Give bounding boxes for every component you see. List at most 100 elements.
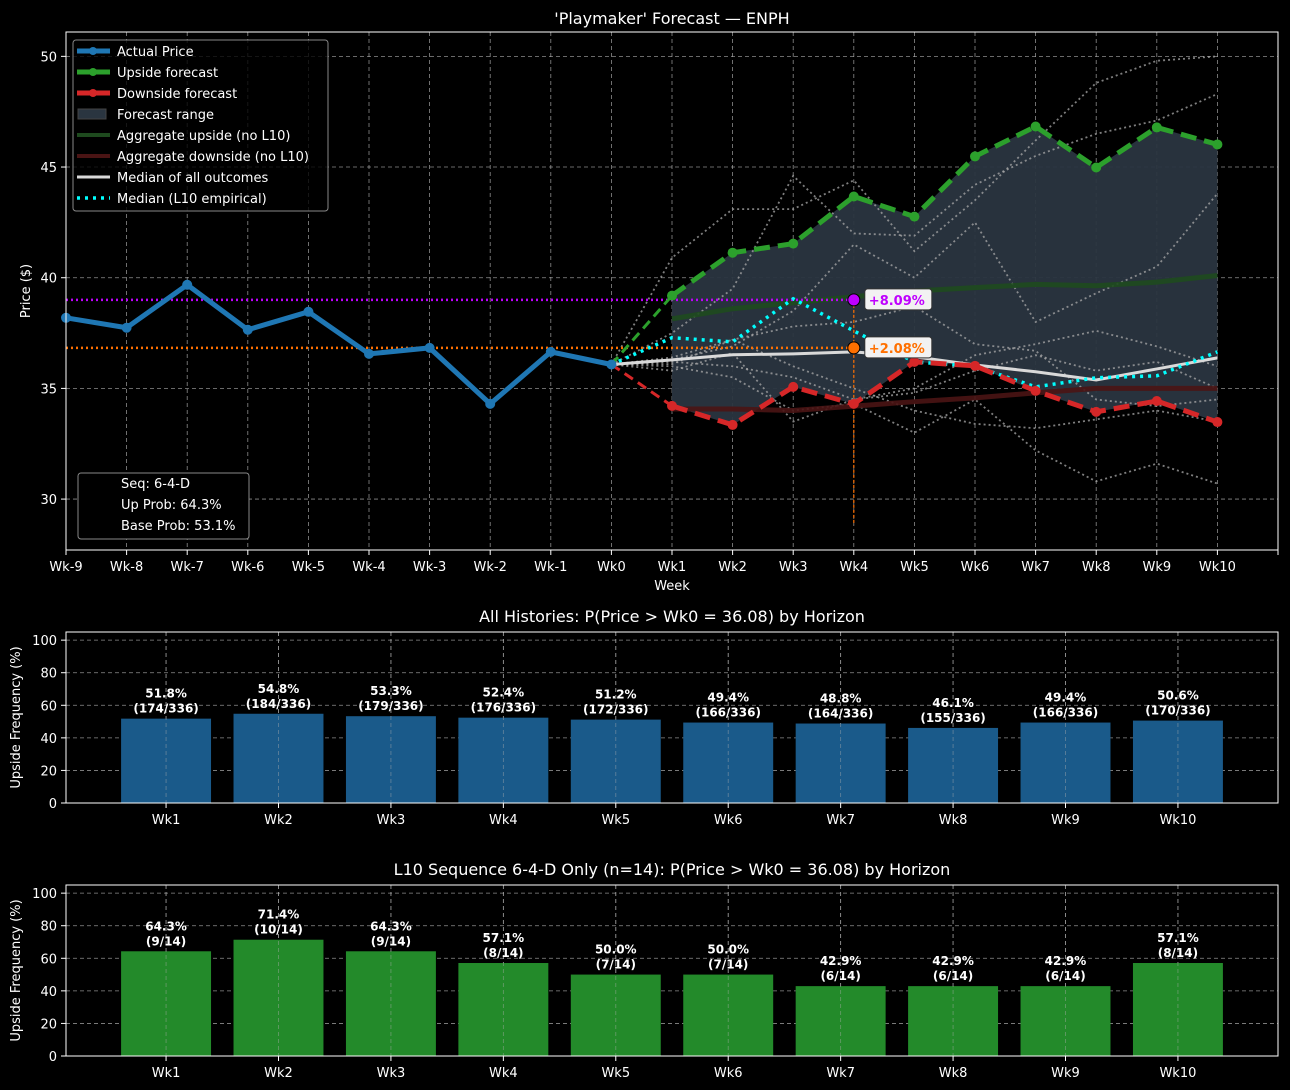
x-tick-label: Wk10 <box>1159 1066 1196 1081</box>
bar-wk6 <box>683 722 774 803</box>
legend: Actual Price Upside forecast Downside fore… <box>72 39 329 212</box>
actual-price-point <box>424 342 435 353</box>
y-tick-label: 100 <box>32 887 57 902</box>
x-tick-label: Wk5 <box>601 813 630 828</box>
x-tick-label: Wk1 <box>152 1066 181 1081</box>
bar-count-label: (7/14) <box>708 958 748 972</box>
x-tick-label: Wk6 <box>714 813 743 828</box>
bar-value-label: 51.8% <box>145 687 187 701</box>
x-tick-label: Wk4 <box>839 560 868 575</box>
x-tick-label: Wk8 <box>1082 560 1111 575</box>
x-tick-label: Wk-2 <box>474 560 507 575</box>
chart-title: 'Playmaker' Forecast — ENPH <box>554 9 789 28</box>
x-tick-label: Wk4 <box>489 1066 518 1081</box>
bar-wk9 <box>1020 722 1111 803</box>
downside-connector <box>610 363 673 408</box>
x-tick-label: Wk5 <box>601 1066 630 1081</box>
x-tick-label: Wk3 <box>377 1066 406 1081</box>
y-tick-label: 40 <box>40 272 57 287</box>
y-axis-label: Upside Frequency (%) <box>9 899 24 1041</box>
legend-swatch <box>77 108 107 120</box>
x-tick-label: Wk1 <box>658 560 687 575</box>
x-tick-label: Wk0 <box>597 560 626 575</box>
legend-marker <box>89 89 97 97</box>
upside-point <box>909 211 920 222</box>
bar-count-label: (170/336) <box>1145 704 1210 718</box>
y-tick-label: 35 <box>40 382 57 397</box>
actual-price-point <box>606 359 617 370</box>
stats-base-prob: Base Prob: 53.1% <box>121 519 235 534</box>
legend-marker <box>89 47 97 55</box>
level-label: +8.09% <box>869 294 925 309</box>
y-tick-label: 40 <box>40 732 57 747</box>
upside-point <box>1030 121 1041 132</box>
bar-value-label: 42.9% <box>932 954 974 968</box>
downside-point <box>1151 396 1162 407</box>
x-tick-label: Wk4 <box>489 813 518 828</box>
upside-point <box>848 191 859 202</box>
y-tick-label: 30 <box>40 493 57 508</box>
upside-point <box>1212 139 1223 150</box>
y-tick-label: 50 <box>40 50 57 65</box>
bar-count-label: (6/14) <box>1045 969 1085 983</box>
x-tick-label: Wk6 <box>714 1066 743 1081</box>
legend-label: Actual Price <box>117 45 194 60</box>
upside-point <box>1151 122 1162 133</box>
x-tick-label: Wk-9 <box>49 560 82 575</box>
bar-value-label: 50.0% <box>595 943 637 957</box>
bar-count-label: (176/336) <box>471 701 536 715</box>
bar-count-label: (174/336) <box>133 702 198 716</box>
x-tick-label: Wk-3 <box>413 560 446 575</box>
bar-count-label: (6/14) <box>820 969 860 983</box>
bar-count-label: (179/336) <box>358 699 423 713</box>
bar-count-label: (7/14) <box>596 958 636 972</box>
y-tick-label: 100 <box>32 634 57 649</box>
downside-point <box>848 398 859 409</box>
x-tick-label: Wk10 <box>1199 560 1236 575</box>
y-tick-label: 80 <box>40 667 57 682</box>
bar-count-label: (9/14) <box>146 934 186 948</box>
bar-count-label: (9/14) <box>371 934 411 948</box>
x-tick-label: Wk1 <box>152 813 181 828</box>
bar-value-label: 51.2% <box>595 688 637 702</box>
upside-point <box>788 238 799 249</box>
x-tick-label: Wk2 <box>264 813 293 828</box>
bar-value-label: 64.3% <box>145 919 187 933</box>
downside-point <box>667 400 677 411</box>
figure: 'Playmaker' Forecast — ENPH Wk-9 Wk-8 Wk-7 W… <box>9 9 1279 1081</box>
bar-value-label: 64.3% <box>370 919 412 933</box>
bar-value-label: 57.1% <box>483 931 525 945</box>
chart-title: All Histories: P(Price > Wk0 = 36.08) by… <box>479 607 865 626</box>
x-tick-label: Wk3 <box>377 813 406 828</box>
downside-point <box>1091 406 1102 417</box>
bar-count-label: (166/336) <box>1033 706 1098 720</box>
legend-label: Aggregate downside (no L10) <box>117 150 309 165</box>
x-tick-label: Wk7 <box>1021 560 1050 575</box>
actual-price-point <box>303 306 314 317</box>
y-axis-label: Upside Frequency (%) <box>9 646 24 788</box>
bar-value-label: 57.1% <box>1157 931 1199 945</box>
y-tick-label: 0 <box>49 797 57 812</box>
upside-point <box>667 290 677 301</box>
bar-value-label: 46.1% <box>932 696 974 710</box>
y-tick-label: 0 <box>49 1050 57 1065</box>
bar-value-label: 42.9% <box>820 954 862 968</box>
stats-up-prob: Up Prob: 64.3% <box>121 498 222 513</box>
actual-price-point <box>485 398 496 409</box>
x-tick-label: Wk9 <box>1051 813 1080 828</box>
stats-seq: Seq: 6-4-D <box>121 477 190 492</box>
l10-bar-chart: L10 Sequence 6-4-D Only (n=14): P(Price … <box>9 860 1279 1081</box>
x-tick-label: Wk10 <box>1159 813 1196 828</box>
bar-value-label: 49.4% <box>1045 691 1087 705</box>
y-tick-label: 45 <box>40 161 57 176</box>
x-tick-label: Wk8 <box>939 1066 968 1081</box>
bar-value-label: 52.4% <box>483 686 525 700</box>
bar-count-label: (8/14) <box>483 946 523 960</box>
bar-count-label: (155/336) <box>920 711 985 725</box>
bar-value-label: 49.4% <box>707 691 749 705</box>
bar-value-label: 53.3% <box>370 684 412 698</box>
bar-value-label: 42.9% <box>1045 954 1087 968</box>
all-histories-bar-chart: All Histories: P(Price > Wk0 = 36.08) by… <box>9 607 1279 828</box>
bar-count-label: (6/14) <box>933 969 973 983</box>
chart-title: L10 Sequence 6-4-D Only (n=14): P(Price … <box>394 860 951 879</box>
